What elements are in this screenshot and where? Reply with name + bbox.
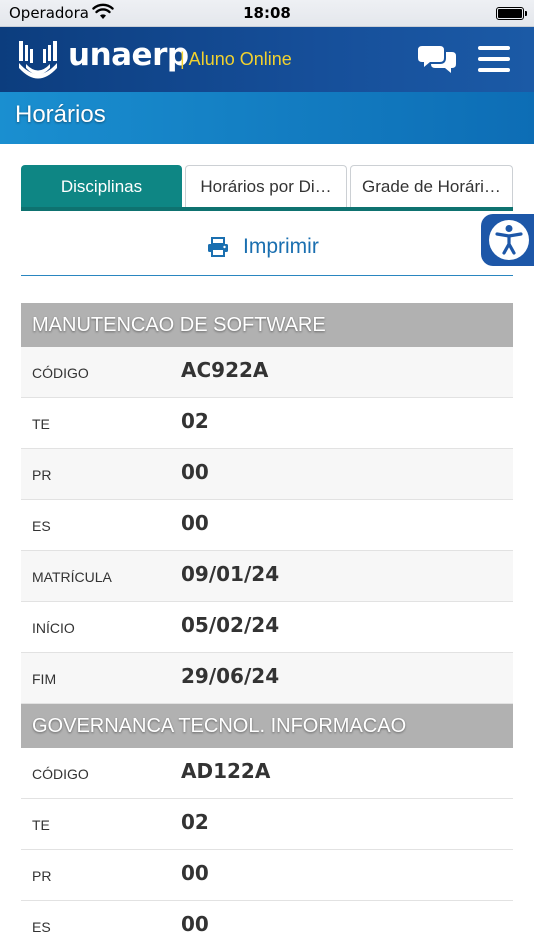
table-row: CÓDIGO AD122A [21, 748, 513, 799]
row-label: ES [32, 919, 51, 935]
row-value: 00 [181, 912, 209, 936]
row-value: 29/06/24 [181, 664, 280, 688]
logo-subtitle: | Aluno Online [180, 49, 292, 69]
row-value: 00 [181, 511, 209, 535]
printer-icon [208, 237, 228, 257]
table-row: MATRÍCULA 09/01/24 [21, 551, 513, 602]
clock: 18:08 [243, 4, 291, 22]
page-title-bar: Horários [0, 92, 534, 144]
tab-horarios-por-dia[interactable]: Horários por Di… [185, 165, 347, 207]
table-row: FIM 29/06/24 [21, 653, 513, 704]
discipline-card: MANUTENCAO DE SOFTWARE CÓDIGO AC922A TE … [21, 303, 513, 704]
tab-disciplinas[interactable]: Disciplinas [21, 165, 182, 207]
discipline-name: MANUTENCAO DE SOFTWARE [21, 303, 513, 347]
row-label: PR [32, 868, 52, 884]
table-row: TE 02 [21, 799, 513, 850]
discipline-card: GOVERNANCA TECNOL. INFORMACAO CÓDIGO AD1… [21, 704, 513, 950]
table-row: TE 02 [21, 398, 513, 449]
row-label: ES [32, 518, 51, 534]
table-row: ES 00 [21, 500, 513, 551]
logo-text: unaerp [68, 37, 189, 73]
page-title: Horários [15, 101, 106, 128]
row-label: PR [32, 467, 52, 483]
table-row: INÍCIO 05/02/24 [21, 602, 513, 653]
row-label: MATRÍCULA [32, 569, 112, 585]
discipline-name: GOVERNANCA TECNOL. INFORMACAO [21, 704, 513, 748]
print-button[interactable]: Imprimir [207, 235, 319, 259]
table-row: CÓDIGO AC922A [21, 347, 513, 398]
row-value: 00 [181, 861, 209, 885]
row-label: CÓDIGO [32, 766, 89, 782]
unaerp-logo-icon [19, 41, 57, 79]
table-row: PR 00 [21, 850, 513, 901]
table-row: ES 00 [21, 901, 513, 950]
row-value: AC922A [181, 358, 269, 382]
tab-grade-de-horarios[interactable]: Grade de Horári… [350, 165, 513, 207]
status-bar: Operadora 18:08 [0, 0, 534, 27]
row-label: INÍCIO [32, 620, 75, 636]
row-value: AD122A [181, 759, 271, 783]
app-header: unaerp | Aluno Online [0, 27, 534, 92]
row-value: 02 [181, 409, 209, 433]
battery-icon [496, 7, 527, 20]
tab-bar: Disciplinas Horários por Di… Grade de Ho… [21, 165, 513, 212]
table-row: PR 00 [21, 449, 513, 500]
row-value: 00 [181, 460, 209, 484]
row-label: TE [32, 416, 50, 432]
tab-underline [21, 207, 513, 211]
row-label: FIM [32, 671, 57, 687]
row-value: 05/02/24 [181, 613, 280, 637]
chat-bubbles-icon[interactable] [418, 43, 456, 75]
row-value: 02 [181, 810, 209, 834]
hamburger-menu-icon[interactable] [478, 46, 510, 74]
row-label: TE [32, 817, 50, 833]
row-label: CÓDIGO [32, 365, 89, 381]
row-value: 09/01/24 [181, 562, 280, 586]
print-bar: Imprimir [21, 229, 513, 276]
print-label: Imprimir [243, 235, 319, 258]
